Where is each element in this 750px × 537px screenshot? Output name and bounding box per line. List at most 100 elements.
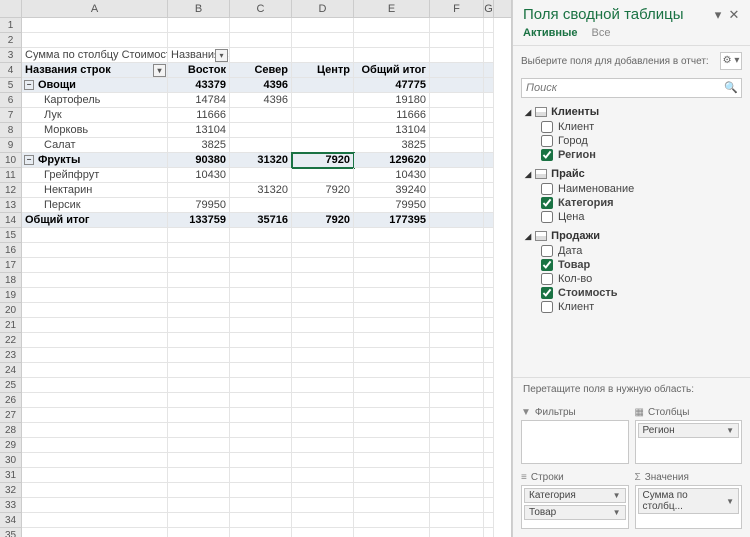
cell-D11[interactable] [292, 168, 354, 183]
row-header-1[interactable]: 1 [0, 18, 22, 33]
cell-B30[interactable] [168, 453, 230, 468]
cell-D17[interactable] [292, 258, 354, 273]
cell-B6[interactable]: 14784 [168, 93, 230, 108]
row-header-25[interactable]: 25 [0, 378, 22, 393]
cell-B2[interactable] [168, 33, 230, 48]
cell-F27[interactable] [430, 408, 484, 423]
row-header-12[interactable]: 12 [0, 183, 22, 198]
row-header-10[interactable]: 10 [0, 153, 22, 168]
row-header-5[interactable]: 5 [0, 78, 22, 93]
cell-G19[interactable] [484, 288, 494, 303]
cell-D29[interactable] [292, 438, 354, 453]
cell-E17[interactable] [354, 258, 430, 273]
cell-E21[interactable] [354, 318, 430, 333]
cell-E32[interactable] [354, 483, 430, 498]
cell-B1[interactable] [168, 18, 230, 33]
cell-D12[interactable]: 7920 [292, 183, 354, 198]
cell-F3[interactable] [430, 48, 484, 63]
cell-C1[interactable] [230, 18, 292, 33]
cell-G30[interactable] [484, 453, 494, 468]
cell-F7[interactable] [430, 108, 484, 123]
cell-D26[interactable] [292, 393, 354, 408]
cell-D15[interactable] [292, 228, 354, 243]
field-group-Клиенты[interactable]: ◢Клиенты [525, 104, 742, 120]
cell-F21[interactable] [430, 318, 484, 333]
cell-C10[interactable]: 31320 [230, 153, 292, 168]
cell-D7[interactable] [292, 108, 354, 123]
cell-A19[interactable] [22, 288, 168, 303]
cell-F12[interactable] [430, 183, 484, 198]
cell-A23[interactable] [22, 348, 168, 363]
row-header-9[interactable]: 9 [0, 138, 22, 153]
row-header-15[interactable]: 15 [0, 228, 22, 243]
cell-D6[interactable] [292, 93, 354, 108]
cell-E22[interactable] [354, 333, 430, 348]
cell-D3[interactable] [292, 48, 354, 63]
chevron-down-icon[interactable]: ▼ [726, 426, 734, 435]
cell-D13[interactable] [292, 198, 354, 213]
cell-G15[interactable] [484, 228, 494, 243]
cell-C5[interactable]: 4396 [230, 78, 292, 93]
zone-filters[interactable]: ▼Фильтры [521, 405, 629, 464]
cell-C26[interactable] [230, 393, 292, 408]
cell-E31[interactable] [354, 468, 430, 483]
cell-B29[interactable] [168, 438, 230, 453]
cell-G5[interactable] [484, 78, 494, 93]
cell-D9[interactable] [292, 138, 354, 153]
cell-C22[interactable] [230, 333, 292, 348]
zone-tag[interactable]: Категория▼ [524, 488, 626, 503]
cell-B27[interactable] [168, 408, 230, 423]
cell-B12[interactable] [168, 183, 230, 198]
zone-tag[interactable]: Товар▼ [524, 505, 626, 520]
cell-G23[interactable] [484, 348, 494, 363]
field-Регион[interactable]: Регион [525, 148, 742, 162]
cell-B19[interactable] [168, 288, 230, 303]
cell-D25[interactable] [292, 378, 354, 393]
row-header-13[interactable]: 13 [0, 198, 22, 213]
cell-A11[interactable]: Грейпфрут [22, 168, 168, 183]
cell-C12[interactable]: 31320 [230, 183, 292, 198]
select-all-corner[interactable] [0, 0, 22, 17]
row-header-4[interactable]: 4 [0, 63, 22, 78]
cell-E34[interactable] [354, 513, 430, 528]
cell-B14[interactable]: 133759 [168, 213, 230, 228]
field-Категория[interactable]: Категория [525, 196, 742, 210]
cell-A14[interactable]: Общий итог [22, 213, 168, 228]
cell-D32[interactable] [292, 483, 354, 498]
cell-D14[interactable]: 7920 [292, 213, 354, 228]
row-header-32[interactable]: 32 [0, 483, 22, 498]
cell-E30[interactable] [354, 453, 430, 468]
cell-E14[interactable]: 177395 [354, 213, 430, 228]
cell-E1[interactable] [354, 18, 430, 33]
cell-C9[interactable] [230, 138, 292, 153]
cell-G10[interactable] [484, 153, 494, 168]
cell-G31[interactable] [484, 468, 494, 483]
cell-D35[interactable] [292, 528, 354, 537]
cell-A9[interactable]: Салат [22, 138, 168, 153]
cell-D19[interactable] [292, 288, 354, 303]
chevron-down-icon[interactable]: ▼ [613, 491, 621, 500]
cell-F29[interactable] [430, 438, 484, 453]
cell-A22[interactable] [22, 333, 168, 348]
row-header-33[interactable]: 33 [0, 498, 22, 513]
cell-F10[interactable] [430, 153, 484, 168]
cell-A21[interactable] [22, 318, 168, 333]
cell-B22[interactable] [168, 333, 230, 348]
cell-D16[interactable] [292, 243, 354, 258]
cell-C4[interactable]: Север [230, 63, 292, 78]
field-list[interactable]: ◢КлиентыКлиентГородРегион◢ПрайсНаименова… [513, 104, 750, 377]
cell-D31[interactable] [292, 468, 354, 483]
pane-menu-icon[interactable]: ▾ [710, 7, 726, 23]
cell-C34[interactable] [230, 513, 292, 528]
cell-G11[interactable] [484, 168, 494, 183]
cell-F34[interactable] [430, 513, 484, 528]
field-checkbox[interactable] [541, 149, 553, 161]
cell-A5[interactable]: Овощи− [22, 78, 168, 93]
cell-B15[interactable] [168, 228, 230, 243]
cell-A32[interactable] [22, 483, 168, 498]
tab-active[interactable]: Активные [523, 27, 578, 39]
cell-D21[interactable] [292, 318, 354, 333]
cell-B25[interactable] [168, 378, 230, 393]
cell-D2[interactable] [292, 33, 354, 48]
cell-E5[interactable]: 47775 [354, 78, 430, 93]
